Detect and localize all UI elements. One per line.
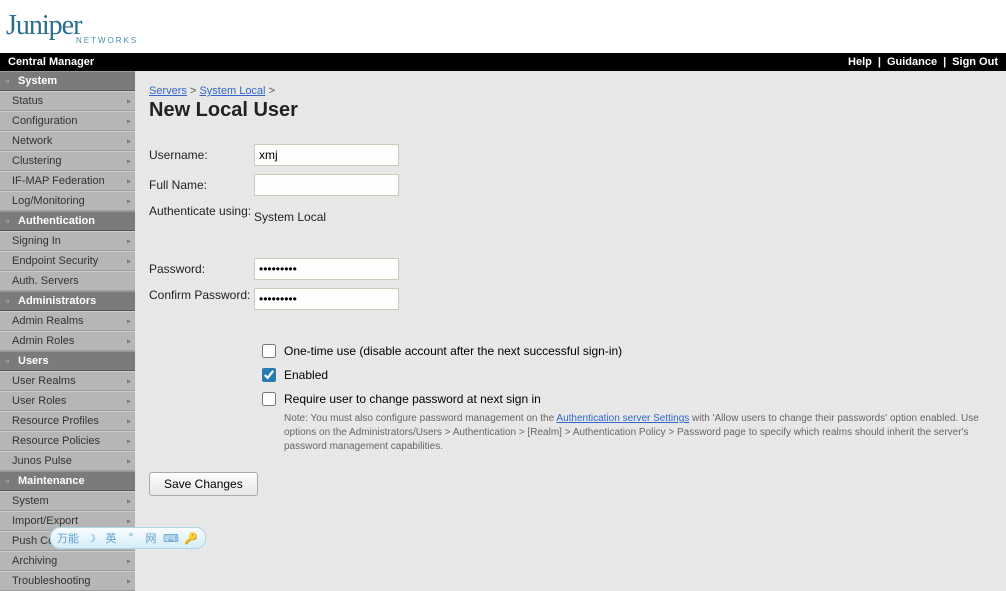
collapse-icon: ▫ xyxy=(6,76,16,86)
sidebar-item-troubleshooting[interactable]: Troubleshooting▸ xyxy=(0,571,135,591)
sidebar-section-administrators[interactable]: ▫Administrators xyxy=(0,291,135,311)
authusing-value: System Local xyxy=(254,204,326,224)
sidebar-section-authentication[interactable]: ▫Authentication xyxy=(0,211,135,231)
chevron-right-icon: ▸ xyxy=(127,577,131,586)
sidebar-item-user-roles[interactable]: User Roles▸ xyxy=(0,391,135,411)
chevron-right-icon: ▸ xyxy=(127,117,131,126)
sidebar-item-status[interactable]: Status▸ xyxy=(0,91,135,111)
chevron-right-icon: ▸ xyxy=(127,317,131,326)
confirm-password-label: Confirm Password: xyxy=(149,288,254,304)
key-icon[interactable]: 🔑 xyxy=(183,530,199,546)
star-icon[interactable]: ° xyxy=(123,530,139,546)
sidebar-item-signing-in[interactable]: Signing In▸ xyxy=(0,231,135,251)
guidance-link[interactable]: Guidance xyxy=(887,56,937,68)
sidebar-item-clustering[interactable]: Clustering▸ xyxy=(0,151,135,171)
sidebar-item-if-map-federation[interactable]: IF-MAP Federation▸ xyxy=(0,171,135,191)
sidebar-item-admin-realms[interactable]: Admin Realms▸ xyxy=(0,311,135,331)
chevron-right-icon: ▸ xyxy=(127,197,131,206)
username-label: Username: xyxy=(149,148,254,162)
keyboard-icon[interactable]: ⌨ xyxy=(163,530,179,546)
onetime-label: One-time use (disable account after the … xyxy=(284,344,622,358)
chevron-right-icon: ▸ xyxy=(127,257,131,266)
collapse-icon: ▫ xyxy=(6,296,16,306)
chevron-right-icon: ▸ xyxy=(127,377,131,386)
lang-icon[interactable]: 英 xyxy=(103,530,119,546)
logo-subtext: NETWORKS xyxy=(76,36,1006,45)
confirm-password-input[interactable] xyxy=(254,288,399,310)
note-text: Note: You must also configure password m… xyxy=(284,412,992,454)
password-input[interactable] xyxy=(254,258,399,280)
onetime-checkbox[interactable] xyxy=(262,344,276,358)
topbar-right: Help | Guidance | Sign Out xyxy=(848,56,998,68)
sidebar-section-maintenance[interactable]: ▫Maintenance xyxy=(0,471,135,491)
sidebar-section-system[interactable]: ▫System xyxy=(0,71,135,91)
sidebar-item-resource-policies[interactable]: Resource Policies▸ xyxy=(0,431,135,451)
topbar-title: Central Manager xyxy=(8,56,94,68)
authusing-label: Authenticate using: xyxy=(149,204,254,220)
collapse-icon: ▫ xyxy=(6,476,16,486)
logo: Juniper NETWORKS xyxy=(0,0,1006,53)
chevron-right-icon: ▸ xyxy=(127,157,131,166)
help-link[interactable]: Help xyxy=(848,56,872,68)
chevron-right-icon: ▸ xyxy=(127,177,131,186)
note-prefix: Note: You must also configure password m… xyxy=(284,413,556,424)
chevron-right-icon: ▸ xyxy=(127,137,131,146)
chevron-right-icon: ▸ xyxy=(127,97,131,106)
sidebar-item-auth-servers[interactable]: Auth. Servers xyxy=(0,271,135,291)
main-content: Servers > System Local > New Local User … xyxy=(135,71,1006,558)
chevron-right-icon: ▸ xyxy=(127,517,131,526)
fullname-input[interactable] xyxy=(254,174,399,196)
sidebar-item-configuration[interactable]: Configuration▸ xyxy=(0,111,135,131)
separator: | xyxy=(878,56,881,68)
chevron-right-icon: ▸ xyxy=(127,237,131,246)
net-icon[interactable]: 网 xyxy=(143,530,159,546)
fullname-label: Full Name: xyxy=(149,178,254,192)
chevron-right-icon: ▸ xyxy=(127,457,131,466)
moon-icon[interactable]: ☽ xyxy=(83,530,99,546)
breadcrumb: Servers > System Local > xyxy=(149,85,992,97)
sidebar-item-system[interactable]: System▸ xyxy=(0,491,135,511)
enabled-checkbox[interactable] xyxy=(262,368,276,382)
signout-link[interactable]: Sign Out xyxy=(952,56,998,68)
auth-server-settings-link[interactable]: Authentication server Settings xyxy=(556,413,689,424)
save-changes-button[interactable]: Save Changes xyxy=(149,472,258,496)
sidebar-item-network[interactable]: Network▸ xyxy=(0,131,135,151)
enabled-label: Enabled xyxy=(284,368,328,382)
ime-label: 万能 xyxy=(57,530,79,546)
sidebar-item-user-realms[interactable]: User Realms▸ xyxy=(0,371,135,391)
ime-toolbar[interactable]: 万能 ☽ 英 ° 网 ⌨ 🔑 xyxy=(50,527,206,549)
collapse-icon: ▫ xyxy=(6,216,16,226)
chevron-right-icon: ▸ xyxy=(127,437,131,446)
requirechange-checkbox[interactable] xyxy=(262,392,276,406)
breadcrumb-servers[interactable]: Servers xyxy=(149,85,187,97)
separator: | xyxy=(943,56,946,68)
username-input[interactable] xyxy=(254,144,399,166)
password-label: Password: xyxy=(149,262,254,276)
breadcrumb-systemlocal[interactable]: System Local xyxy=(199,85,265,97)
sidebar-item-admin-roles[interactable]: Admin Roles▸ xyxy=(0,331,135,351)
sidebar-section-users[interactable]: ▫Users xyxy=(0,351,135,371)
collapse-icon: ▫ xyxy=(6,356,16,366)
chevron-right-icon: ▸ xyxy=(127,557,131,566)
requirechange-label: Require user to change password at next … xyxy=(284,392,541,406)
sidebar-item-resource-profiles[interactable]: Resource Profiles▸ xyxy=(0,411,135,431)
topbar: Central Manager Help | Guidance | Sign O… xyxy=(0,53,1006,71)
sidebar: ▫SystemStatus▸Configuration▸Network▸Clus… xyxy=(0,71,135,558)
sidebar-item-log-monitoring[interactable]: Log/Monitoring▸ xyxy=(0,191,135,211)
sidebar-item-junos-pulse[interactable]: Junos Pulse▸ xyxy=(0,451,135,471)
chevron-right-icon: ▸ xyxy=(127,497,131,506)
page-title: New Local User xyxy=(149,99,992,122)
chevron-right-icon: ▸ xyxy=(127,397,131,406)
chevron-right-icon: ▸ xyxy=(127,337,131,346)
sidebar-item-endpoint-security[interactable]: Endpoint Security▸ xyxy=(0,251,135,271)
chevron-right-icon: ▸ xyxy=(127,417,131,426)
sidebar-item-archiving[interactable]: Archiving▸ xyxy=(0,551,135,571)
breadcrumb-sep: > xyxy=(190,85,196,97)
breadcrumb-sep: > xyxy=(269,85,275,97)
